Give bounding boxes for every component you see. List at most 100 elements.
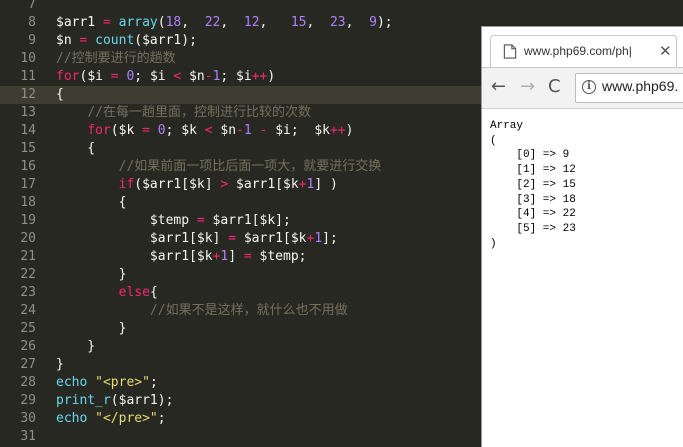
code-token: =: [228, 231, 237, 246]
code-text: if($arr1[$k] > $arr1[$k+1] ): [56, 176, 338, 194]
output-line: [5] => 23: [490, 222, 576, 235]
address-bar[interactable]: i www.php69.: [575, 73, 683, 103]
code-token: ]: [204, 177, 221, 192]
browser-tab[interactable]: www.php69.com/ph| ✕: [490, 35, 677, 67]
code-token: {: [56, 87, 64, 102]
reload-button[interactable]: C: [548, 76, 561, 98]
code-token: count: [95, 33, 135, 48]
output-line: (: [490, 134, 497, 147]
code-text: //在每一趟里面，控制进行比较的次数: [56, 104, 311, 122]
code-text: print_r($arr1);: [56, 392, 173, 410]
code-token: {: [56, 195, 127, 210]
code-token: =: [142, 123, 150, 138]
code-token: $i: [87, 69, 111, 84]
output-line: [4] => 22: [490, 208, 576, 221]
code-token: ,: [220, 15, 244, 30]
line-number: 30: [20, 411, 36, 426]
code-token: ;: [298, 249, 307, 264]
code-token: }: [56, 321, 127, 336]
code-token: //控制要进行的趟数: [56, 51, 176, 66]
code-token: ];: [275, 213, 291, 228]
code-token: "</pre>": [95, 411, 158, 426]
code-token: =: [243, 249, 252, 264]
code-text: $n = count($arr1);: [56, 32, 197, 50]
code-text: {: [56, 140, 95, 158]
code-token: );: [157, 393, 174, 408]
code-token: $arr1: [212, 213, 252, 228]
code-token: ;: [157, 411, 166, 426]
code-token: {: [56, 141, 96, 156]
code-text: for($k = 0; $k < $n-1 - $i; $k++): [56, 122, 353, 140]
code-text: for($i = 0; $i < $n-1; $i++): [56, 68, 275, 86]
code-text: $temp = $arr1[$k];: [56, 212, 291, 230]
code-token: $arr1: [243, 231, 283, 246]
code-token: $n: [56, 33, 80, 48]
code-line[interactable]: 7: [0, 0, 683, 14]
code-token: if: [118, 177, 135, 192]
code-token: -: [236, 123, 244, 138]
line-number: 22: [20, 267, 36, 282]
code-token: 22: [204, 15, 221, 30]
code-token: }: [56, 339, 96, 354]
code-token: ;: [165, 123, 182, 138]
code-token: <: [204, 123, 213, 138]
line-number: 18: [20, 195, 36, 210]
code-text: }: [56, 320, 127, 338]
code-token: $k: [118, 123, 143, 138]
browser-toolbar: ← → C i www.php69.: [482, 67, 683, 109]
code-token: for: [56, 69, 80, 84]
close-icon[interactable]: ✕: [659, 42, 672, 60]
line-number: 19: [20, 213, 36, 228]
code-token: =: [196, 213, 205, 228]
code-token: =: [110, 69, 119, 84]
page-icon: [503, 44, 517, 59]
url-text[interactable]: www.php69.: [602, 78, 678, 94]
code-token: ): [345, 123, 354, 138]
code-token: {: [149, 285, 158, 300]
forward-button[interactable]: →: [520, 76, 535, 98]
code-token: ;: [220, 69, 237, 84]
code-token: ];: [322, 231, 338, 246]
info-icon[interactable]: i: [582, 80, 596, 94]
code-text: }: [56, 356, 64, 374]
line-number: 11: [20, 69, 36, 84]
code-token: =: [102, 15, 111, 30]
back-button[interactable]: ←: [491, 76, 506, 98]
code-text: else{: [56, 284, 158, 302]
code-text: $arr1 = array(18, 22, 12, 15, 23, 9);: [56, 14, 393, 32]
code-token: [: [189, 231, 197, 246]
line-number: 28: [20, 375, 36, 390]
code-token: +: [298, 177, 307, 192]
code-token: 15: [290, 15, 307, 30]
code-token: 0: [157, 123, 166, 138]
output-line: [3] => 18: [490, 193, 576, 206]
code-token: echo: [56, 375, 88, 390]
code-token: $k: [259, 213, 276, 228]
code-token: ]: [228, 249, 244, 264]
code-token: $arr1: [142, 177, 182, 192]
code-text: echo "</pre>";: [56, 410, 166, 428]
tab-title: www.php69.com/ph|: [524, 44, 632, 58]
code-token: (: [110, 393, 119, 408]
line-number: 25: [20, 321, 36, 336]
code-token: (: [134, 33, 143, 48]
line-number: 27: [20, 357, 36, 372]
code-token: 12: [243, 15, 260, 30]
code-token: (: [134, 177, 143, 192]
code-token: 23: [329, 15, 346, 30]
code-token: $k: [189, 177, 205, 192]
code-token: $k: [181, 123, 205, 138]
code-token: $temp: [149, 213, 197, 228]
code-token: ;: [290, 123, 315, 138]
code-token: }: [56, 357, 64, 372]
